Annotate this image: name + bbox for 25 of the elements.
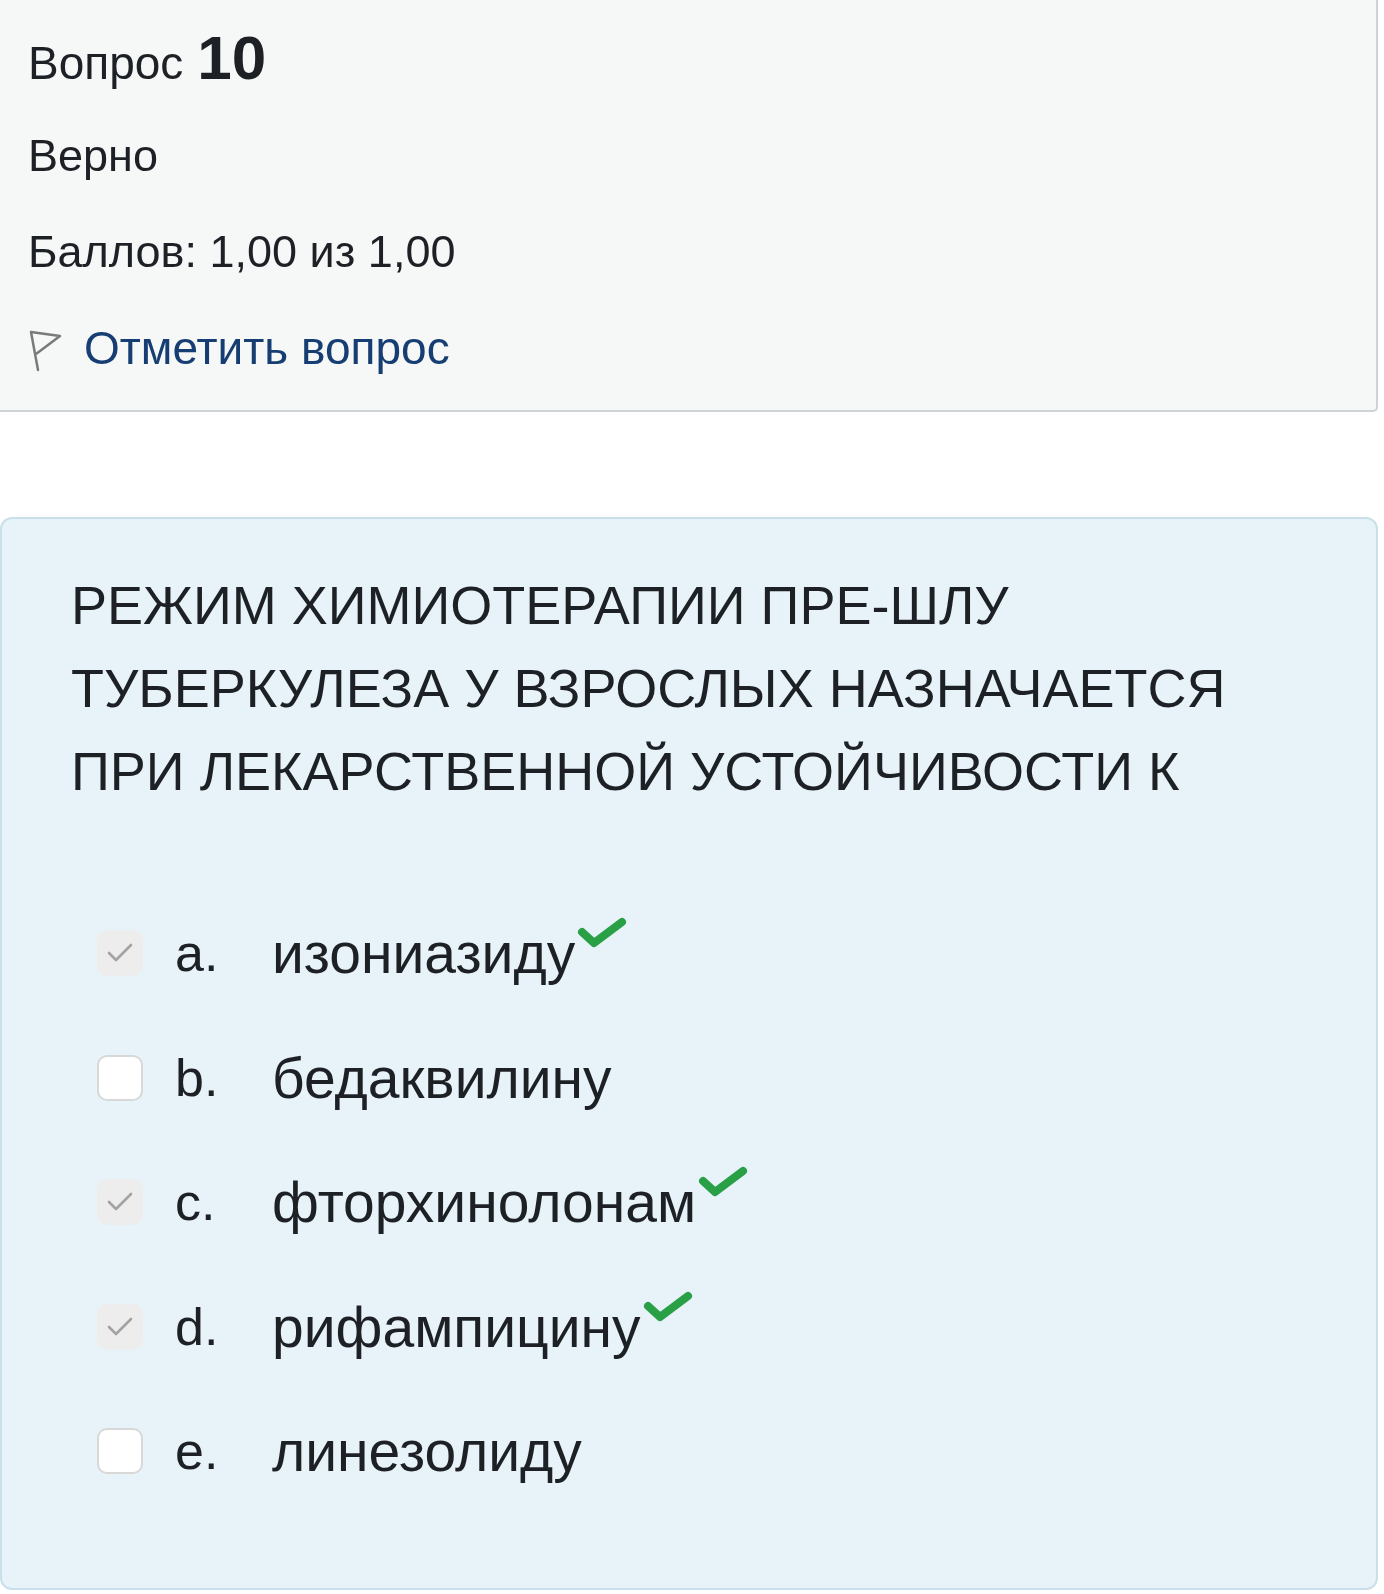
flag-icon (28, 330, 62, 372)
answer-label: рифампицину (272, 1293, 641, 1360)
option-letter: d. (175, 1296, 220, 1357)
checkbox[interactable] (97, 1054, 143, 1101)
tick-icon (107, 1192, 133, 1213)
answer-label: бедаквилину (272, 1044, 612, 1111)
question-status: Верно (28, 130, 158, 182)
option-letter: e. (175, 1421, 220, 1482)
checkbox[interactable] (97, 930, 143, 977)
option-letter: c. (175, 1172, 217, 1233)
answer-label: фторхинолонам (272, 1169, 697, 1236)
question-text: РЕЖИМ ХИМИОТЕРАПИИ ПРЕ-ШЛУ ТУБЕРКУЛЕЗА У ВЗРОСЛЫХ НАЗНАЧАЕТСЯ ПРИ ЛЕКАРСТВЕННОЙ УСТОЙЧИВОСТИ К (71, 574, 1227, 803)
option-letter: a. (175, 923, 220, 984)
option-letter: b. (175, 1047, 220, 1108)
question-grade: Баллов: 1,00 из 1,00 (28, 226, 456, 278)
tick-icon (107, 1316, 133, 1337)
question-label: Вопрос (28, 36, 184, 90)
answer-label: изониазиду (272, 920, 576, 987)
checkbox[interactable] (97, 1428, 143, 1475)
tick-icon (107, 943, 133, 964)
answer-label: линезолиду (272, 1418, 582, 1485)
checkbox[interactable] (97, 1179, 143, 1226)
flag-question-link[interactable]: Отметить вопрос (28, 321, 450, 375)
question-number: 10 (197, 22, 267, 93)
checkbox[interactable] (97, 1303, 143, 1350)
